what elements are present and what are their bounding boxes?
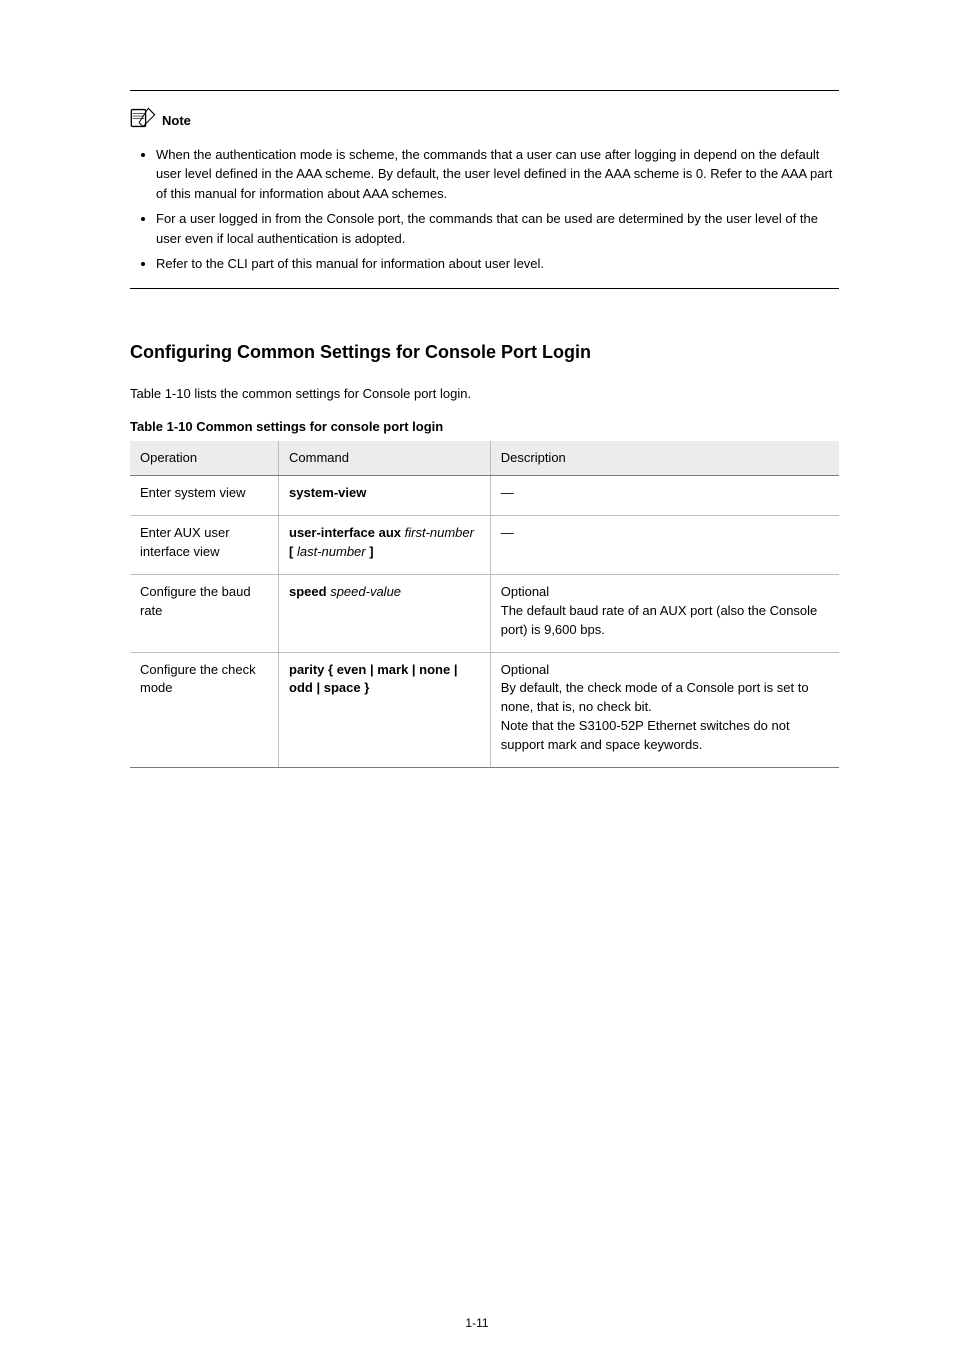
table-row: Enter AUX user interface viewuser-interf… (130, 516, 839, 575)
col-operation: Operation (130, 441, 279, 476)
cell-operation: Enter AUX user interface view (130, 516, 279, 575)
cell-command: speed speed-value (279, 575, 491, 653)
note-header: Note (130, 107, 839, 135)
cell-operation: Configure the check mode (130, 652, 279, 767)
config-table: Operation Command Description Enter syst… (130, 441, 839, 768)
cell-operation: Configure the baud rate (130, 575, 279, 653)
cell-description: — (490, 516, 839, 575)
cell-description: Optional The default baud rate of an AUX… (490, 575, 839, 653)
bottom-rule (130, 288, 839, 289)
table-row: Enter system viewsystem-view— (130, 476, 839, 516)
note-item: For a user logged in from the Console po… (156, 209, 839, 248)
table-row: Configure the baud ratespeed speed-value… (130, 575, 839, 653)
cell-command: parity { even | mark | none | odd | spac… (279, 652, 491, 767)
cell-command: system-view (279, 476, 491, 516)
section-intro: Table 1-10 lists the common settings for… (130, 385, 839, 404)
note-item: Refer to the CLI part of this manual for… (156, 254, 839, 274)
top-rule (130, 90, 839, 91)
col-command: Command (279, 441, 491, 476)
note-list: When the authentication mode is scheme, … (138, 145, 839, 274)
page-root: Note When the authentication mode is sch… (0, 0, 954, 1350)
cell-description: — (490, 476, 839, 516)
cell-operation: Enter system view (130, 476, 279, 516)
table-row: Configure the check modeparity { even | … (130, 652, 839, 767)
table-caption: Table 1-10 Common settings for console p… (130, 418, 839, 437)
section-heading: Configuring Common Settings for Console … (130, 339, 839, 365)
cell-command: user-interface aux first-number [ last-n… (279, 516, 491, 575)
col-description: Description (490, 441, 839, 476)
note-label: Note (162, 112, 191, 131)
table-caption-text: Table 1-10 Common settings for console p… (130, 419, 443, 434)
note-icon (130, 107, 156, 135)
cell-description: Optional By default, the check mode of a… (490, 652, 839, 767)
page-number: 1-11 (0, 1315, 954, 1332)
note-item: When the authentication mode is scheme, … (156, 145, 839, 204)
